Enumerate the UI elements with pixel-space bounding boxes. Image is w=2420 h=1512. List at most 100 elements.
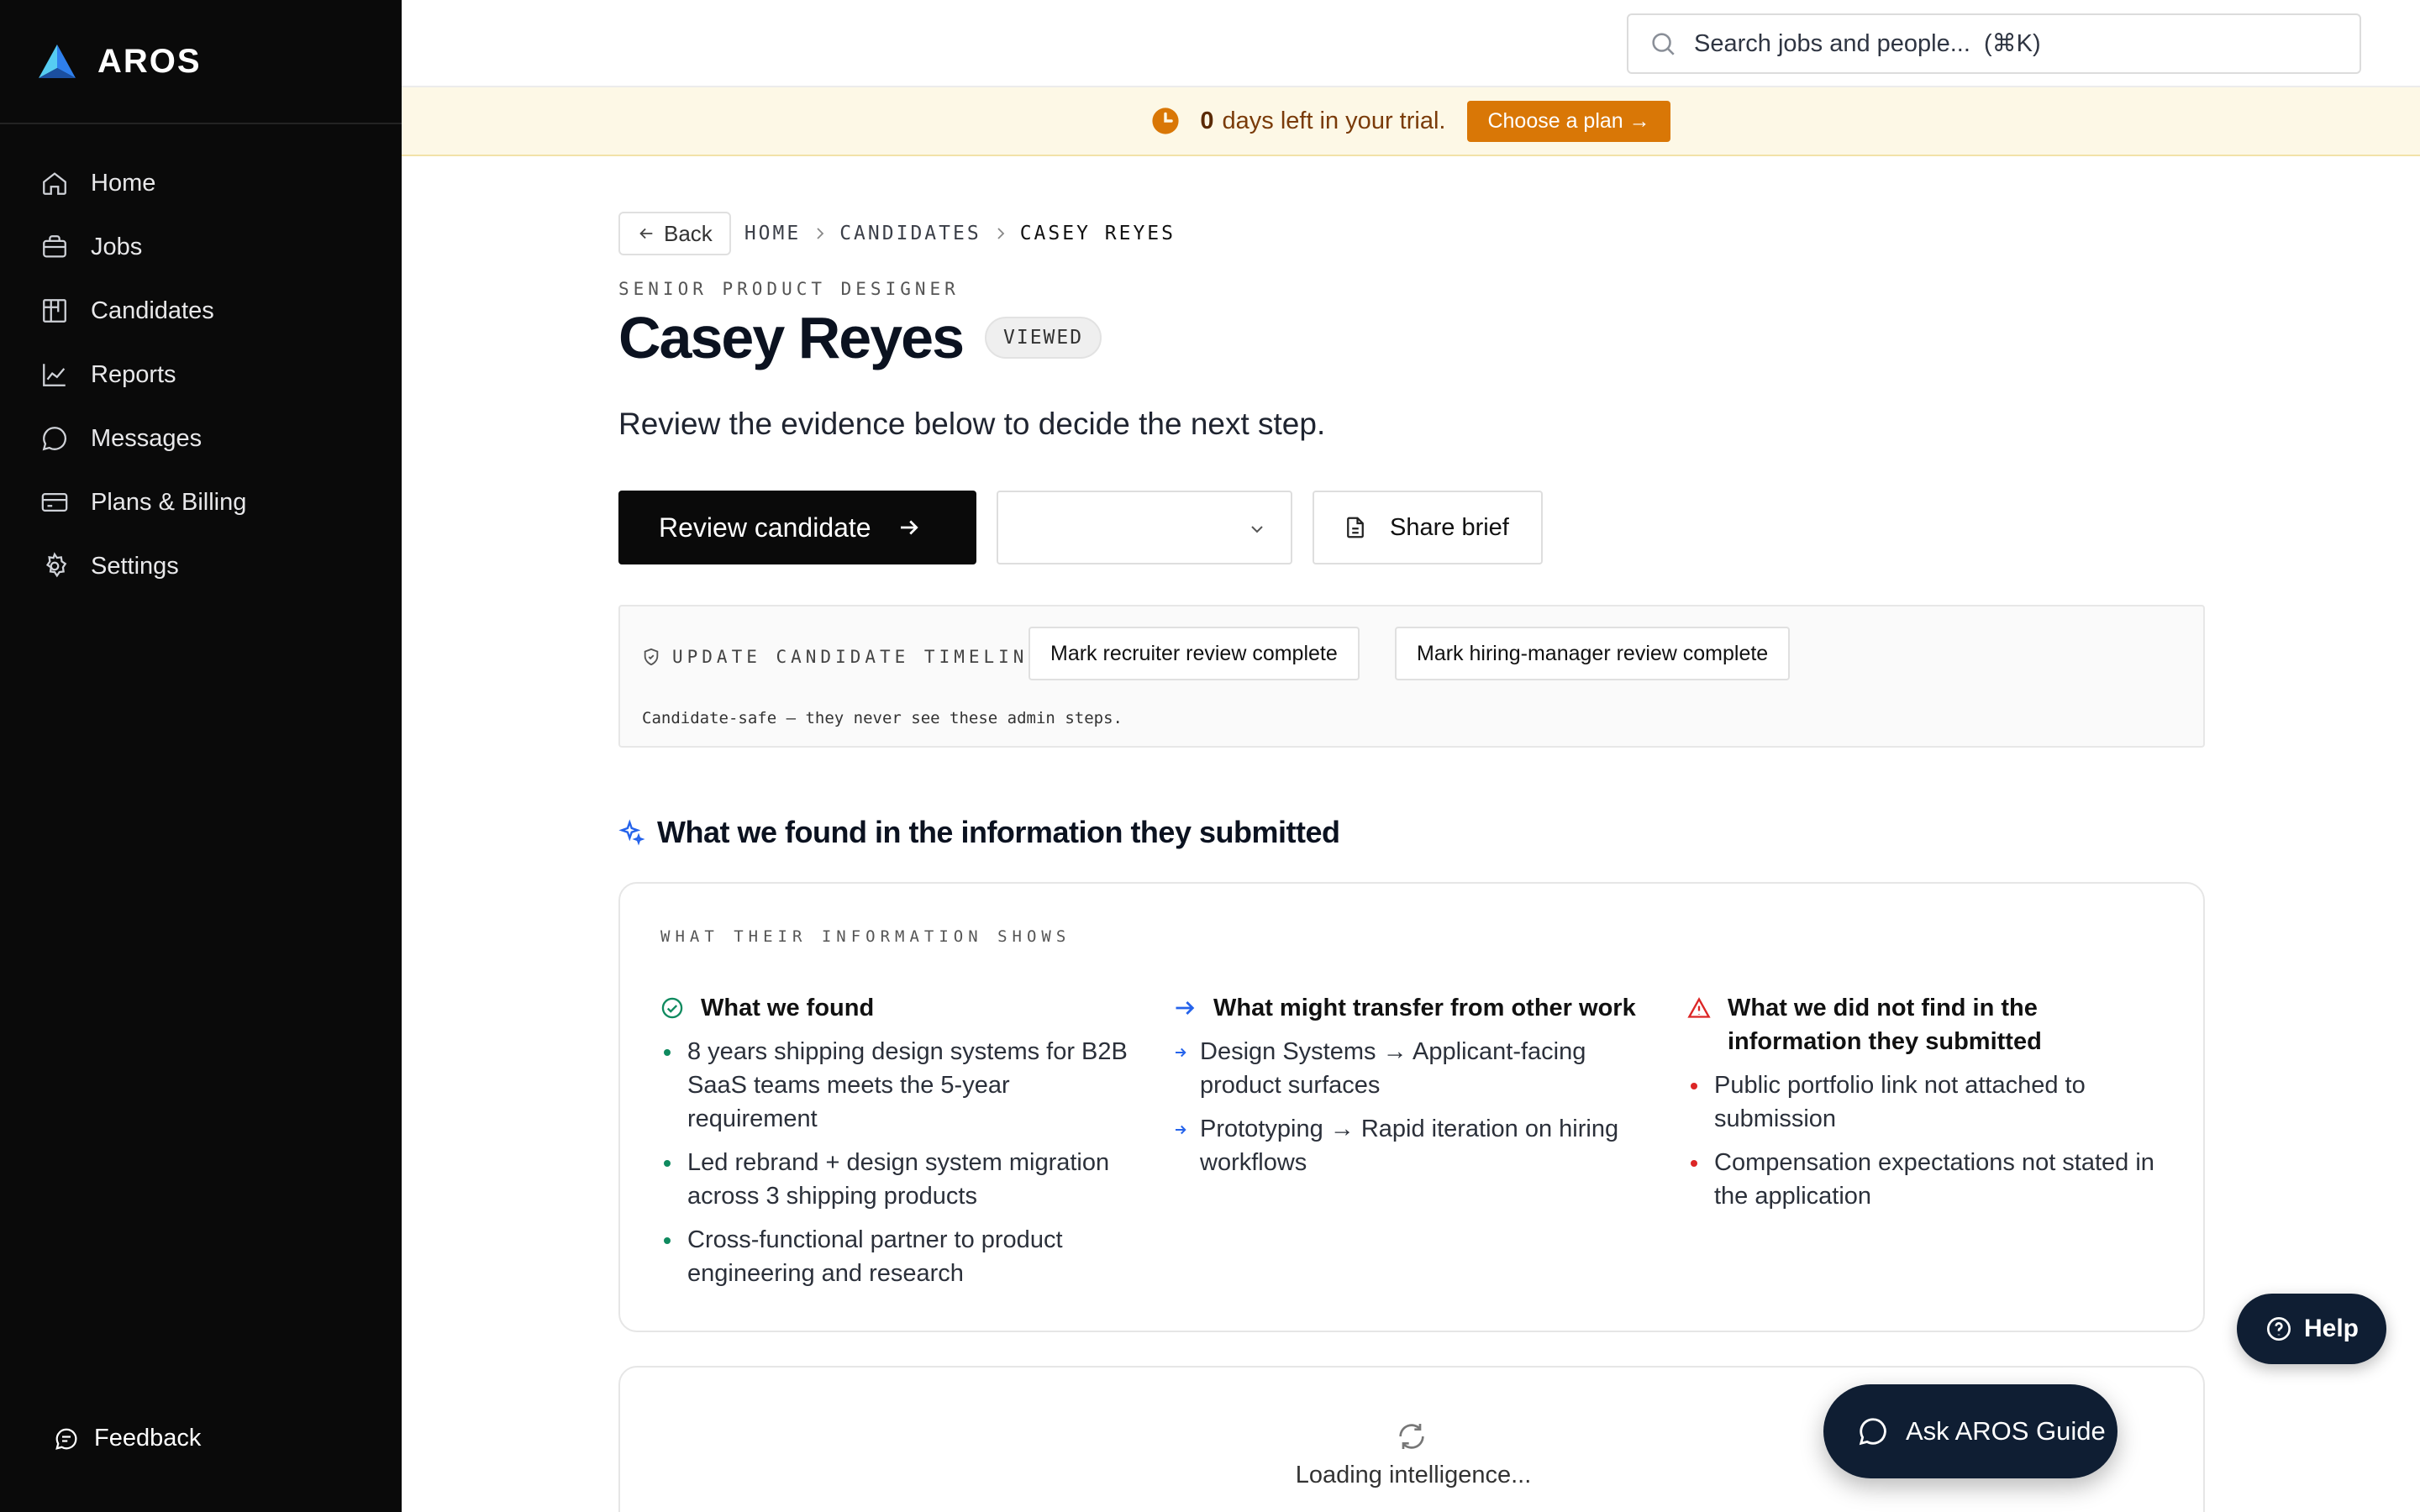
sidebar-item-settings[interactable]: Settings — [0, 534, 402, 598]
list-item: Design Systems → Applicant-facing produc… — [1173, 1035, 1660, 1102]
page-subtitle: Review the evidence below to decide the … — [618, 407, 1326, 441]
candidate-header: Casey Reyes VIEWED — [618, 304, 1102, 371]
arrow-right-icon — [1176, 1047, 1186, 1058]
document-icon — [1347, 517, 1364, 538]
list-item: 8 years shipping design systems for B2B … — [660, 1035, 1139, 1136]
bullet-dot — [664, 1049, 671, 1056]
review-candidate-label: Review candidate — [659, 512, 871, 543]
ask-guide-button[interactable]: Ask AROS Guide — [1823, 1384, 2118, 1478]
missing-list: Public portfolio link not attached to su… — [1687, 1068, 2175, 1213]
chevron-right-icon — [817, 228, 824, 239]
list-item-text: Prototyping → Rapid iteration on hiring … — [1200, 1116, 1619, 1176]
message-icon — [42, 427, 67, 451]
transfer-list: Design Systems → Applicant-facing produc… — [1173, 1035, 1660, 1179]
sparkle-icon — [618, 819, 645, 846]
found-list: 8 years shipping design systems for B2B … — [660, 1035, 1139, 1290]
briefcase-icon — [43, 235, 66, 258]
list-item-text: 8 years shipping design systems for B2B … — [687, 1038, 1128, 1132]
sidebar-item-candidates[interactable]: Candidates — [0, 279, 402, 343]
findings-card-label: WHAT THEIR INFORMATION SHOWS — [660, 927, 1071, 946]
breadcrumb-current: CASEY REYES — [1019, 223, 1176, 244]
arrow-right-icon — [900, 520, 918, 535]
check-circle-icon — [661, 997, 683, 1019]
warning-icon — [1687, 997, 1711, 1018]
chevron-down-icon — [1251, 526, 1263, 533]
sidebar-item-jobs[interactable]: Jobs — [0, 215, 402, 279]
choose-plan-button[interactable]: Choose a plan → — [1467, 100, 1670, 142]
arrow-left-icon — [639, 228, 653, 239]
sidebar-item-messages[interactable]: Messages — [0, 407, 402, 470]
feedback-label: Feedback — [94, 1425, 202, 1452]
clock-icon — [1152, 108, 1179, 134]
mark-recruiter-review-button[interactable]: Mark recruiter review complete — [1028, 627, 1360, 680]
review-candidate-button[interactable]: Review candidate — [618, 491, 976, 564]
arrow-right-icon — [1176, 1001, 1195, 1015]
search-icon — [1652, 33, 1675, 55]
back-label: Back — [664, 220, 713, 246]
chevron-right-icon — [997, 228, 1004, 239]
missing-column: What we did not find in the information … — [1687, 991, 2175, 1223]
breadcrumb-home[interactable]: HOME — [744, 223, 801, 244]
feedback-icon — [55, 1428, 77, 1450]
list-item-text: Compensation expectations not stated in … — [1714, 1149, 2154, 1210]
aros-logo-icon — [39, 45, 76, 78]
list-item: Public portfolio link not attached to su… — [1687, 1068, 2175, 1136]
share-brief-button[interactable]: Share brief — [1313, 491, 1543, 564]
chart-icon — [43, 364, 66, 386]
list-item-text: Public portfolio link not attached to su… — [1714, 1072, 2086, 1132]
transfer-column: What might transfer from other work Desi… — [1173, 991, 1660, 1189]
mark-manager-review-button[interactable]: Mark hiring-manager review complete — [1395, 627, 1791, 680]
bullet-dot — [1691, 1160, 1697, 1167]
search-box[interactable] — [1627, 13, 2361, 74]
feedback-button[interactable]: Feedback — [54, 1425, 201, 1452]
help-button[interactable]: Help — [2237, 1294, 2386, 1364]
sidebar-item-reports[interactable]: Reports — [0, 343, 402, 407]
list-item: Prototyping → Rapid iteration on hiring … — [1173, 1112, 1660, 1179]
list-item: Compensation expectations not stated in … — [1687, 1146, 2175, 1213]
breadcrumb: Back HOME CANDIDATES CASEY REYES — [618, 212, 1176, 255]
arrow-right-icon — [1176, 1125, 1186, 1135]
list-item-text: Led rebrand + design system migration ac… — [687, 1149, 1110, 1210]
action-bar: Review candidate Share brief — [618, 491, 1543, 564]
sidebar-item-home[interactable]: Home — [0, 151, 402, 215]
credit-card-icon — [41, 492, 68, 512]
sidebar-item-plans-billing[interactable]: Plans & Billing — [0, 470, 402, 534]
transfer-title: What might transfer from other work — [1173, 991, 1660, 1025]
bullet-dot — [664, 1237, 671, 1244]
sidebar-item-label: Reports — [91, 360, 176, 388]
page-title: Casey Reyes — [618, 305, 965, 370]
stage-select[interactable] — [997, 491, 1292, 564]
timeline-panel: UPDATE CANDIDATE TIMELINE Mark recruiter… — [618, 605, 2205, 748]
back-button[interactable]: Back — [618, 212, 731, 255]
findings-heading-text: What we found in the information they su… — [657, 815, 1340, 849]
sidebar: AROS Home Jobs Candidates Reports Messag… — [0, 0, 402, 1512]
findings-card: WHAT THEIR INFORMATION SHOWS What we fou… — [618, 882, 2205, 1332]
shield-icon — [644, 648, 659, 666]
chat-icon — [1859, 1418, 1886, 1446]
list-item: Cross-functional partner to product engi… — [660, 1223, 1139, 1290]
timeline-note: Candidate-safe — they never see these ad… — [642, 709, 1123, 727]
missing-title: What we did not find in the information … — [1687, 991, 2175, 1058]
brand[interactable]: AROS — [0, 0, 402, 124]
breadcrumb-candidates[interactable]: CANDIDATES — [839, 223, 981, 244]
sidebar-item-label: Candidates — [91, 297, 214, 324]
candidate-role: SENIOR PRODUCT DESIGNER — [618, 279, 960, 299]
gear-icon — [45, 552, 67, 578]
ask-guide-label: Ask AROS Guide — [1906, 1416, 2106, 1446]
missing-title-text: What we did not find in the information … — [1728, 995, 2042, 1055]
help-icon — [2267, 1317, 2291, 1341]
search-input[interactable] — [1694, 29, 2333, 58]
trial-text: days left in your trial. — [1222, 107, 1446, 134]
sidebar-item-label: Messages — [91, 424, 203, 452]
list-item-text: Cross-functional partner to product engi… — [687, 1226, 1063, 1287]
list-item-text: Design Systems → Applicant-facing produc… — [1200, 1038, 1586, 1099]
brand-name: AROS — [97, 42, 202, 80]
sidebar-item-label: Jobs — [91, 233, 143, 260]
timeline-label-text: UPDATE CANDIDATE TIMELINE — [672, 647, 1044, 667]
transfer-title-text: What might transfer from other work — [1213, 995, 1636, 1021]
topbar — [402, 0, 2420, 87]
sidebar-item-label: Plans & Billing — [91, 488, 247, 516]
found-title: What we found — [660, 991, 1139, 1025]
trial-days: 0 — [1200, 107, 1214, 134]
trial-banner: 0 days left in your trial. Choose a plan… — [402, 87, 2420, 156]
